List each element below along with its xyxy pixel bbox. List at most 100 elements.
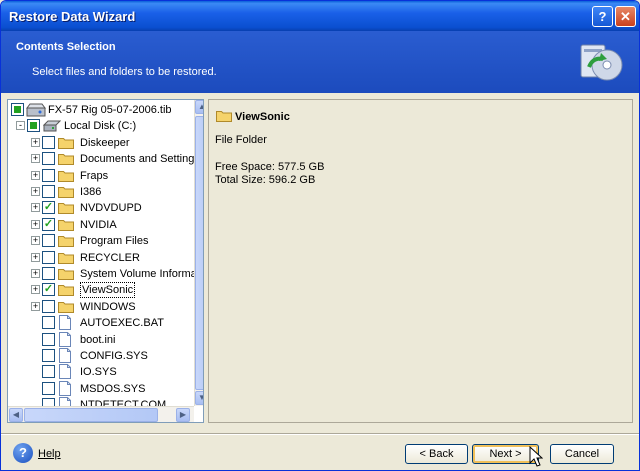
tree-item-label: NVIDIA [80,218,117,231]
file-icon [59,348,71,363]
item-checkbox[interactable] [42,185,55,198]
tree-item-label: AUTOEXEC.BAT [80,317,164,330]
help-link[interactable]: Help [38,448,61,460]
scroll-right-button[interactable]: ▶ [176,408,190,422]
expand-icon[interactable]: + [31,170,40,180]
item-checkbox[interactable] [42,168,55,182]
tree-row[interactable]: + WINDOWS [8,299,194,315]
tree-row[interactable]: boot.ini [8,331,194,348]
expand-icon[interactable]: + [31,285,40,295]
tree-row[interactable]: + I386 [8,184,194,200]
tree-item-label: FX-57 Rig 05-07-2006.tib [48,104,172,116]
expand-icon[interactable]: + [31,236,40,246]
tree-row[interactable]: + ✓ NVIDIA [8,217,194,233]
folder-icon [58,137,74,149]
item-checkbox[interactable] [42,234,55,248]
item-checkbox[interactable] [42,349,55,362]
tree-row[interactable]: + ✓ ViewSonic [8,282,194,299]
scroll-thumb[interactable] [195,116,203,390]
expand-icon[interactable]: + [31,301,40,311]
tree-horizontal-scrollbar[interactable]: ◀ ▶ [8,406,194,422]
item-checkbox[interactable] [42,381,55,395]
tree-row[interactable]: + ✓ NVDVDUPD [8,200,194,216]
tree-item-label: Documents and Settings [80,153,200,166]
back-button[interactable]: < Back [405,444,468,464]
scroll-down-button[interactable]: ▼ [195,391,203,405]
folder-icon [58,170,74,182]
expand-icon[interactable]: + [31,219,40,229]
tree-row[interactable]: + Fraps [8,168,194,184]
tree-row[interactable]: AUTOEXEC.BAT [8,315,194,331]
item-checkbox[interactable] [42,250,55,264]
title-bar: Restore Data Wizard ? ✕ [1,1,639,31]
tree-row[interactable]: + Documents and Settings [8,151,200,167]
collapse-icon[interactable]: - [16,121,25,131]
tree-row[interactable]: IO.SYS [8,364,194,380]
details-panel: ViewSonic File Folder Free Space: 577.5 … [208,99,633,423]
tree-item-label: Local Disk (C:) [64,120,137,133]
item-checkbox[interactable] [42,267,55,280]
folder-icon [216,111,232,122]
item-checkbox[interactable] [42,316,55,330]
tree-item-label: Fraps [80,169,109,182]
help-titlebar-button[interactable]: ? [592,6,613,27]
tree-row[interactable]: - Local Disk (C:) [8,118,194,134]
tree-row[interactable]: + Diskeeper [8,135,194,151]
tree-row[interactable]: CONFIG.SYS [8,348,194,364]
tree-item-label: System Volume Informa [80,268,197,280]
cancel-button[interactable]: Cancel [550,444,614,464]
item-checkbox[interactable]: ✓ [42,201,55,215]
item-checkbox[interactable] [27,119,40,133]
tree-item-label: Program Files [80,235,149,248]
item-checkbox[interactable]: ✓ [42,217,55,231]
file-icon [59,364,71,380]
folder-icon [58,219,74,231]
tree-row[interactable]: FX-57 Rig 05-07-2006.tib [8,102,194,118]
total-size: Total Size: 596.2 GB [215,174,316,186]
item-checkbox[interactable] [11,103,24,116]
hscroll-thumb[interactable] [24,408,158,422]
tree-vertical-scrollbar[interactable]: ▲ ▼ [194,100,203,406]
item-type: File Folder [215,134,267,146]
scroll-left-button[interactable]: ◀ [9,408,23,422]
hard-disk-icon [43,120,61,132]
expand-icon[interactable]: + [31,154,40,164]
folder-icon [58,301,74,313]
folder-icon [58,236,74,248]
tree-row[interactable]: + System Volume Informa [8,266,197,282]
tree-row[interactable]: + RECYCLER [8,250,194,266]
folder-icon [58,285,74,297]
tree-row[interactable]: MSDOS.SYS [8,380,194,397]
tree-row[interactable]: + Program Files [8,233,194,249]
expand-icon[interactable]: + [31,269,40,278]
folder-icon [58,269,74,280]
archive-icon [26,103,46,117]
item-checkbox[interactable]: ✓ [42,283,55,297]
tree-item-label: I386 [80,186,102,198]
selected-item-name: ViewSonic [235,111,290,123]
help-icon[interactable]: ? [13,443,33,463]
header-banner: Contents Selection Select files and fold… [1,31,639,93]
tree-item-label: RECYCLER [80,251,140,264]
expand-icon[interactable]: + [31,137,40,147]
file-tree[interactable]: FX-57 Rig 05-07-2006.tib - Local Disk (C:)… [7,99,204,423]
item-checkbox[interactable] [42,365,55,379]
wizard-window: Restore Data Wizard ? ✕ Contents Selecti… [0,0,640,471]
file-icon [59,380,71,396]
page-subtitle: Select files and folders to be restored. [32,66,217,78]
expand-icon[interactable]: + [31,203,40,213]
folder-icon [58,252,74,264]
item-checkbox[interactable] [42,332,55,346]
item-checkbox[interactable] [42,152,55,166]
item-checkbox[interactable] [42,135,55,149]
close-button[interactable]: ✕ [615,6,636,27]
tree-item-label: ViewSonic [80,282,136,299]
tree-item-label: Diskeeper [80,136,130,149]
item-checkbox[interactable] [42,299,55,313]
file-icon [59,315,71,331]
scroll-up-button[interactable]: ▲ [195,100,203,114]
expand-icon[interactable]: + [31,187,40,196]
expand-icon[interactable]: + [31,252,40,262]
page-title: Contents Selection [16,41,116,53]
mouse-cursor-icon [529,446,543,467]
